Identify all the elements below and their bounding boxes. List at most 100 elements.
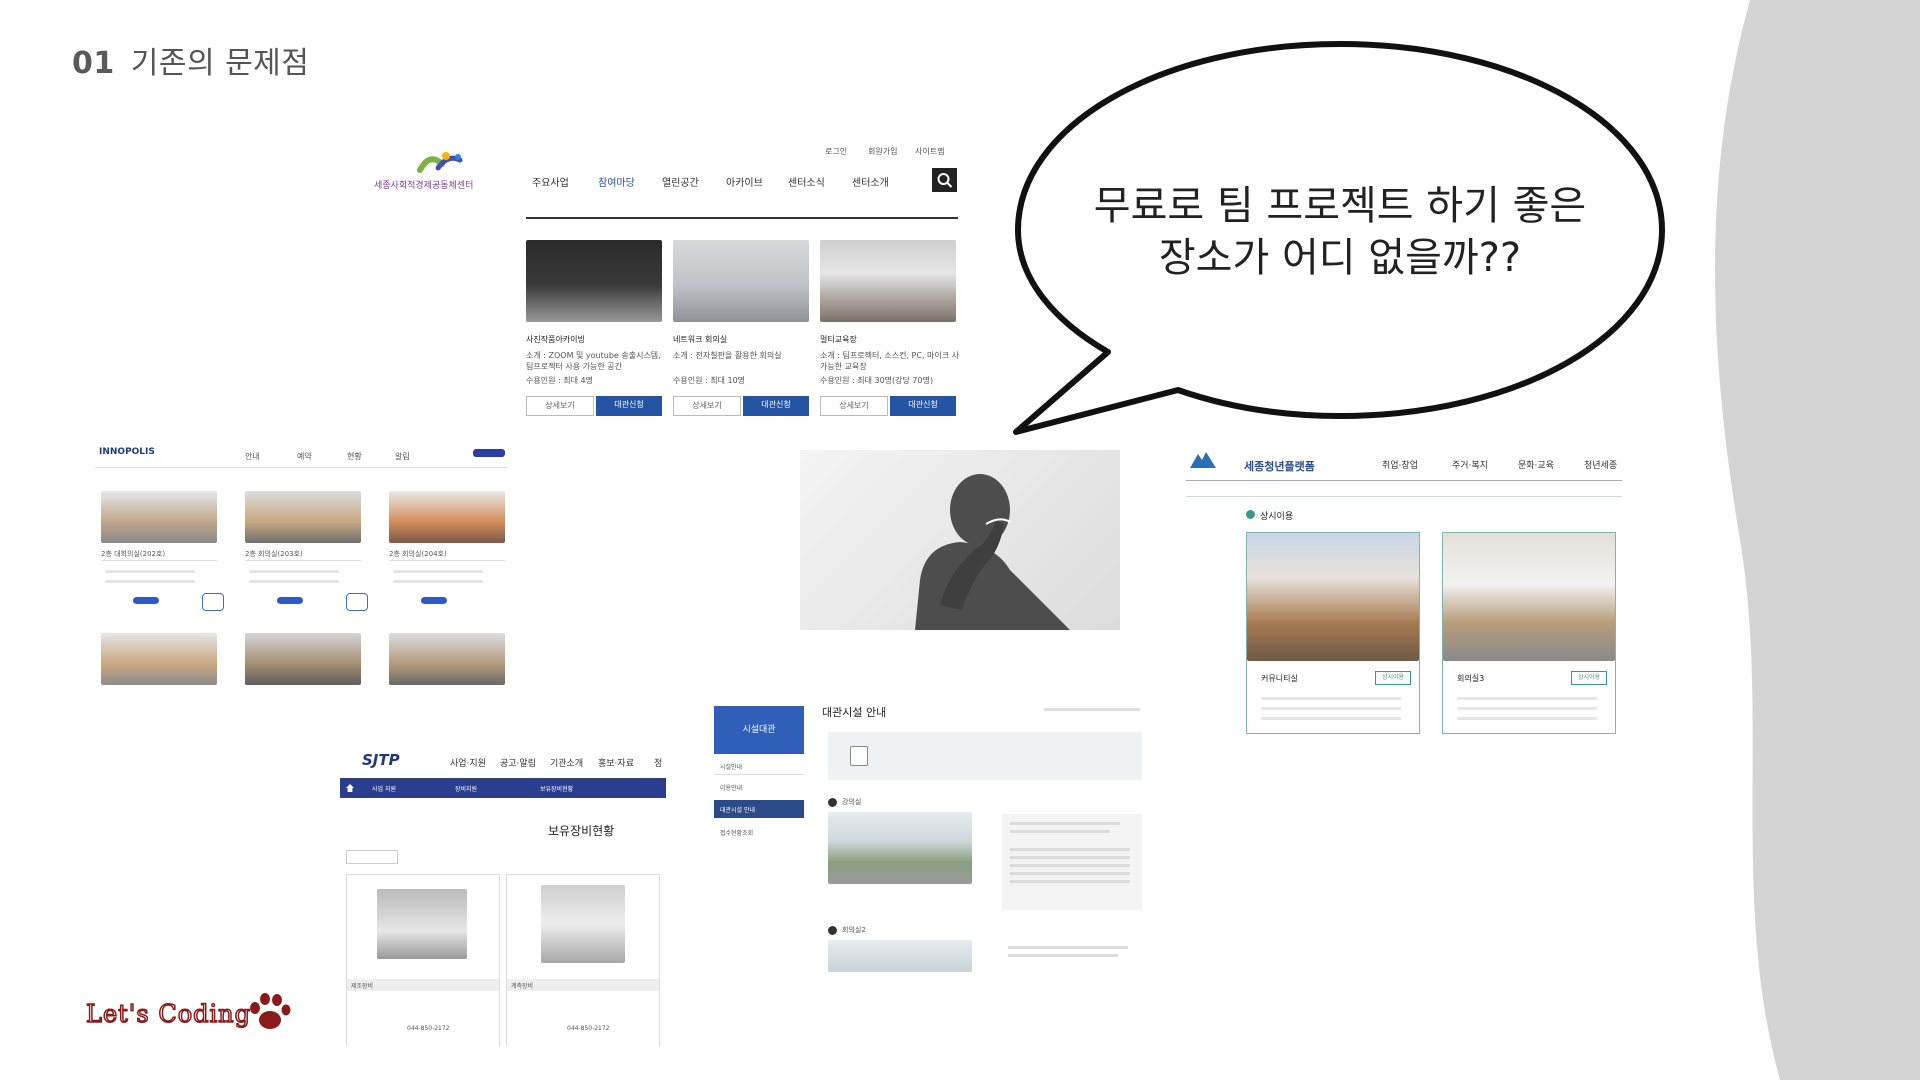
room-photo (1247, 533, 1419, 661)
reserve-button[interactable] (133, 597, 159, 604)
nav-item[interactable]: 청년세종 (1584, 458, 1617, 471)
sidebar-item-label: 대관시설 안내 (720, 807, 756, 814)
sidebar-header: 시설대관 (714, 706, 804, 754)
filter-select[interactable]: 장비지원 (455, 784, 477, 793)
room-card[interactable]: 커뮤니티실 상시이용 (1246, 532, 1420, 734)
frustrated-person-image (800, 450, 1120, 630)
nav-item[interactable]: 안내 (245, 451, 260, 462)
home-icon[interactable] (346, 784, 354, 792)
section-title: 강의실 (842, 798, 862, 806)
screenshot-sjtp: SJTP 사업·지원 공고·알림 기관소개 홍보·자료 정 사업 지원 장비지원… (340, 750, 668, 1046)
rent-button[interactable]: 대관신청 (890, 396, 956, 416)
use-button[interactable]: 상시이용 (1375, 671, 1411, 685)
nav-item-participation[interactable]: 참여마당 (598, 174, 635, 189)
room-desc: 소개 : 팀프로젝터, 소스컨, PC, 마이크 사용 (820, 351, 960, 360)
org-name: 세종사회적경제공동체센터 (374, 181, 474, 191)
room-photo (101, 633, 217, 685)
detail-button[interactable]: 상세보기 (820, 396, 888, 416)
nav-item[interactable]: 현황 (347, 451, 362, 462)
signup-link[interactable]: 회원가입 (868, 146, 897, 157)
room-details (1002, 814, 1142, 910)
equipment-card[interactable]: 계측장비 044-850-2172 (506, 874, 660, 1046)
nav-item-news[interactable]: 센터소식 (788, 174, 825, 189)
info-banner (828, 732, 1142, 780)
nav-item[interactable]: 문화·교육 (1518, 458, 1554, 471)
login-link[interactable]: 로그인 (825, 146, 847, 157)
reserve-button[interactable] (421, 597, 447, 604)
room-photo (245, 633, 361, 685)
category-select[interactable] (346, 850, 398, 864)
bubble-line-2: 장소가 어디 없을까?? (1158, 235, 1522, 281)
section-title: 상시이용 (1260, 512, 1294, 522)
equipment-phone: 044-850-2172 (567, 1025, 610, 1032)
sidebar-item[interactable]: 접수현황조회 (720, 828, 753, 837)
nav-item-about[interactable]: 센터소개 (852, 174, 889, 189)
sidebar-item[interactable]: 시설안내 (720, 762, 742, 771)
paw-icon (250, 993, 291, 1029)
rent-button[interactable]: 대관신청 (596, 396, 662, 416)
section-bullet-icon (828, 926, 837, 935)
room-photo (828, 812, 972, 884)
rent-button[interactable]: 대관신청 (743, 396, 809, 416)
section-bullet-icon (1246, 510, 1255, 519)
room-photo (245, 491, 361, 543)
room-name: 2층 대회의실(202호) (101, 550, 166, 558)
page-heading: 대관시설 안내 (822, 706, 887, 719)
scroll-button[interactable] (202, 593, 224, 611)
equipment-name: 계측장비 (511, 983, 534, 990)
detail-button[interactable]: 상세보기 (526, 396, 594, 416)
room-capacity: 수용인원 : 최대 10명 (673, 376, 746, 385)
equipment-photo (377, 889, 467, 959)
youth-brand: 세종청년플랫폼 (1244, 460, 1315, 473)
decorative-wave (1715, 0, 1920, 1080)
detail-button[interactable]: 상세보기 (673, 396, 741, 416)
nav-item[interactable]: 주거·복지 (1452, 458, 1488, 471)
speech-bubble-text: 무료로 팀 프로젝트 하기 좋은 장소가 어디 없을까?? (1060, 180, 1620, 284)
section-bullet-icon (828, 798, 837, 807)
room-name: 2층 회의실(203호) (245, 550, 303, 558)
nav-item-open-space[interactable]: 열린공간 (662, 174, 699, 189)
nav-item-main-business[interactable]: 주요사업 (532, 174, 569, 189)
search-icon (937, 173, 953, 188)
equipment-card[interactable]: 제조장비 044-850-2172 (346, 874, 500, 1046)
sitemap-link[interactable]: 사이트맵 (915, 146, 944, 157)
search-button[interactable] (932, 168, 957, 192)
nav-item[interactable]: 알림 (395, 451, 410, 462)
screenshot-innopolis: INNOPOLIS 안내 예약 현황 알림 2층 대회의실(202호) 2층 회… (95, 445, 507, 690)
nav-item[interactable]: 정 (654, 756, 662, 769)
room-name: 회의실3 (1457, 674, 1485, 683)
use-button[interactable]: 상시이용 (1571, 671, 1607, 685)
nav-item[interactable]: 취업·창업 (1382, 458, 1418, 471)
room-photo (389, 633, 505, 685)
nav-item[interactable]: 예약 (297, 451, 312, 462)
room-photo (673, 240, 809, 322)
sidebar-item-active[interactable]: 대관시설 안내 (714, 800, 804, 818)
equipment-name: 제조장비 (351, 983, 374, 990)
filter-bar: 사업 지원 장비지원 보유장비현황 (340, 778, 666, 798)
room-capacity: 수용인원 : 최대 30명(강당 70명) (820, 376, 934, 385)
sidebar-item[interactable]: 이용안내 (720, 783, 742, 792)
room-photo (820, 240, 956, 322)
nav-item[interactable]: 기관소개 (550, 756, 583, 769)
nav-item[interactable]: 공고·알림 (500, 756, 536, 769)
nav-item-archive[interactable]: 아카이브 (726, 174, 763, 189)
frustrated-person-icon (915, 474, 1070, 630)
screenshot-facility-rental: 시설대관 시설안내 이용안내 대관시설 안내 접수현황조회 대관시설 안내 강의… (712, 700, 1144, 972)
nav-item[interactable]: 사업·지원 (450, 756, 486, 769)
nav-item[interactable]: 홍보·자료 (598, 756, 634, 769)
scroll-button[interactable] (346, 593, 368, 611)
youth-logo-icon (1190, 452, 1216, 468)
room-name: 멀티교육장 (820, 335, 857, 344)
filter-select[interactable]: 사업 지원 (372, 784, 396, 793)
room-card[interactable]: 회의실3 상시이용 (1442, 532, 1616, 734)
reserve-button[interactable] (277, 597, 303, 604)
slide-title: 01 기존의 문제점 (72, 38, 309, 82)
room-photo (526, 240, 662, 322)
room-name: 2층 회의실(204호) (389, 550, 447, 558)
filter-select[interactable]: 보유장비현황 (540, 784, 573, 793)
room-photo (101, 491, 217, 543)
screenshot-youth-platform: 세종청년플랫폼 취업·창업 주거·복지 문화·교육 청년세종 상시이용 커뮤니티… (1182, 448, 1622, 738)
document-icon (850, 746, 868, 766)
innopolis-logo: INNOPOLIS (99, 447, 155, 457)
room-desc: 팀프로젝터 사용 가능한 공간 (526, 362, 622, 371)
